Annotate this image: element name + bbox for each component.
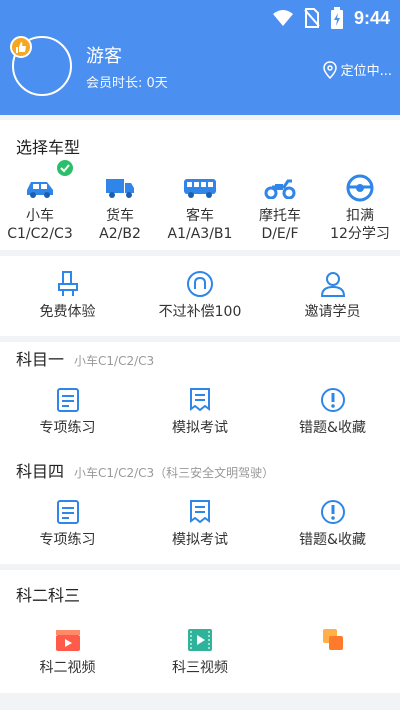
subject4-name: 科目四 — [16, 462, 65, 481]
practice-icon — [51, 386, 85, 414]
subject1-practice-button[interactable]: 专项练习 — [0, 386, 135, 438]
exclamation-icon — [316, 386, 350, 414]
subject4-label: 专项练习 — [39, 532, 96, 548]
practice-icon — [51, 498, 85, 526]
subject23-label: 科二视频 — [39, 660, 96, 676]
truck-icon — [103, 174, 137, 202]
person-icon — [316, 270, 350, 298]
vehicle-name: 客车 — [185, 208, 214, 224]
subject1-name: 科目一 — [16, 350, 65, 369]
subject23-label: 科三视频 — [172, 660, 228, 676]
vehicle-truck[interactable]: 货车 A2/B2 — [80, 174, 160, 243]
vehicle-bus[interactable]: 客车 A1/A3/B1 — [160, 174, 240, 243]
subject1-label: 错题&收藏 — [299, 420, 366, 436]
feature-label: 不过补偿100 — [158, 304, 242, 320]
free-trial-button[interactable]: 免费体验 — [0, 270, 135, 322]
subject23-title: 科二科三 — [16, 586, 81, 605]
vehicle-name: 摩托车 — [259, 208, 301, 224]
bus-icon — [183, 174, 217, 202]
exam-icon — [183, 386, 217, 414]
subject1-exam-button[interactable]: 模拟考试 — [135, 386, 265, 438]
vehicle-code: C1/C2/C3 — [7, 225, 73, 242]
video-clapper-icon — [51, 626, 85, 654]
subject23-card: 科二科三 科二视频 科三视频 — [0, 570, 400, 693]
user-name: 游客 — [86, 46, 122, 67]
subject23-more-button[interactable] — [265, 626, 400, 678]
location-text: 定位中... — [340, 64, 392, 79]
vehicle-row: 小车 C1/C2/C3 货车 A2/B2 客车 A1/A3/B1 摩托车 D/E… — [0, 160, 400, 243]
motorcycle-icon — [263, 174, 297, 202]
invite-button[interactable]: 邀请学员 — [265, 270, 400, 322]
subject4-mistakes-button[interactable]: 错题&收藏 — [265, 498, 400, 550]
profile-header: 9:44 游客 会员时长: 0天 定位中... — [0, 0, 400, 115]
subject1-label: 模拟考试 — [172, 420, 228, 436]
thumbs-up-icon — [10, 36, 32, 58]
exclamation-icon — [316, 498, 350, 526]
steering-wheel-icon — [343, 174, 377, 202]
subject4-subtitle: 小车C1/C2/C3（科三安全文明驾驶） — [74, 466, 275, 480]
squares-icon — [316, 626, 350, 654]
vehicle-name: 小车 — [25, 208, 54, 224]
subjects-card: 科目一 小车C1/C2/C3 专项练习 模拟考试 错题&收藏 科目四 小车C1/C2… — [0, 342, 400, 564]
subject1-label: 专项练习 — [39, 420, 96, 436]
feature-card: 免费体验 不过补偿100 邀请学员 — [0, 256, 400, 336]
subject2-video-button[interactable]: 科二视频 — [0, 626, 135, 678]
subject3-video-button[interactable]: 科三视频 — [135, 626, 265, 678]
exam-icon — [183, 498, 217, 526]
vehicle-motorcycle[interactable]: 摩托车 D/E/F — [240, 174, 320, 243]
vehicle-section-title: 选择车型 — [16, 138, 81, 157]
vehicle-car[interactable]: 小车 C1/C2/C3 — [0, 160, 80, 243]
subject4-label: 错题&收藏 — [299, 532, 366, 548]
membership-duration: 会员时长: 0天 — [86, 76, 168, 91]
vehicle-code: 12分学习 — [330, 225, 390, 242]
seat-icon — [51, 270, 85, 298]
avatar[interactable] — [10, 36, 72, 96]
no-sim-icon — [304, 8, 320, 28]
subject4-exam-button[interactable]: 模拟考试 — [135, 498, 265, 550]
compensation-button[interactable]: 不过补偿100 — [135, 270, 265, 322]
subject4-practice-button[interactable]: 专项练习 — [0, 498, 135, 550]
subject4-label: 模拟考试 — [172, 532, 228, 548]
vehicle-name: 货车 — [106, 208, 134, 224]
subject1-mistakes-button[interactable]: 错题&收藏 — [265, 386, 400, 438]
feature-label: 免费体验 — [39, 304, 96, 320]
vehicle-points-study[interactable]: 扣满 12分学习 — [320, 174, 400, 243]
vehicle-code: A1/A3/B1 — [167, 225, 233, 242]
status-bar: 9:44 — [272, 6, 390, 30]
feature-label: 邀请学员 — [304, 304, 361, 320]
car-icon — [23, 160, 73, 202]
clock-time: 9:44 — [353, 7, 390, 28]
battery-icon — [330, 7, 343, 29]
location-button[interactable]: 定位中... — [322, 60, 392, 79]
wifi-icon — [272, 10, 293, 26]
location-pin-icon — [322, 60, 337, 79]
vehicle-type-card: 选择车型 小车 C1/C2/C3 货车 A2/B2 客车 A1/A3/B1 摩托… — [0, 120, 400, 250]
vehicle-name: 扣满 — [345, 208, 374, 224]
film-icon — [183, 626, 217, 654]
vehicle-code: D/E/F — [261, 225, 299, 242]
shield-icon — [183, 270, 217, 298]
selected-check-icon — [57, 160, 73, 176]
subject1-subtitle: 小车C1/C2/C3 — [74, 354, 155, 368]
vehicle-code: A2/B2 — [99, 225, 141, 242]
subject1-title: 科目一 小车C1/C2/C3 — [16, 346, 154, 370]
bottom-gap — [0, 693, 400, 710]
subject4-title: 科目四 小车C1/C2/C3（科三安全文明驾驶） — [16, 458, 274, 482]
